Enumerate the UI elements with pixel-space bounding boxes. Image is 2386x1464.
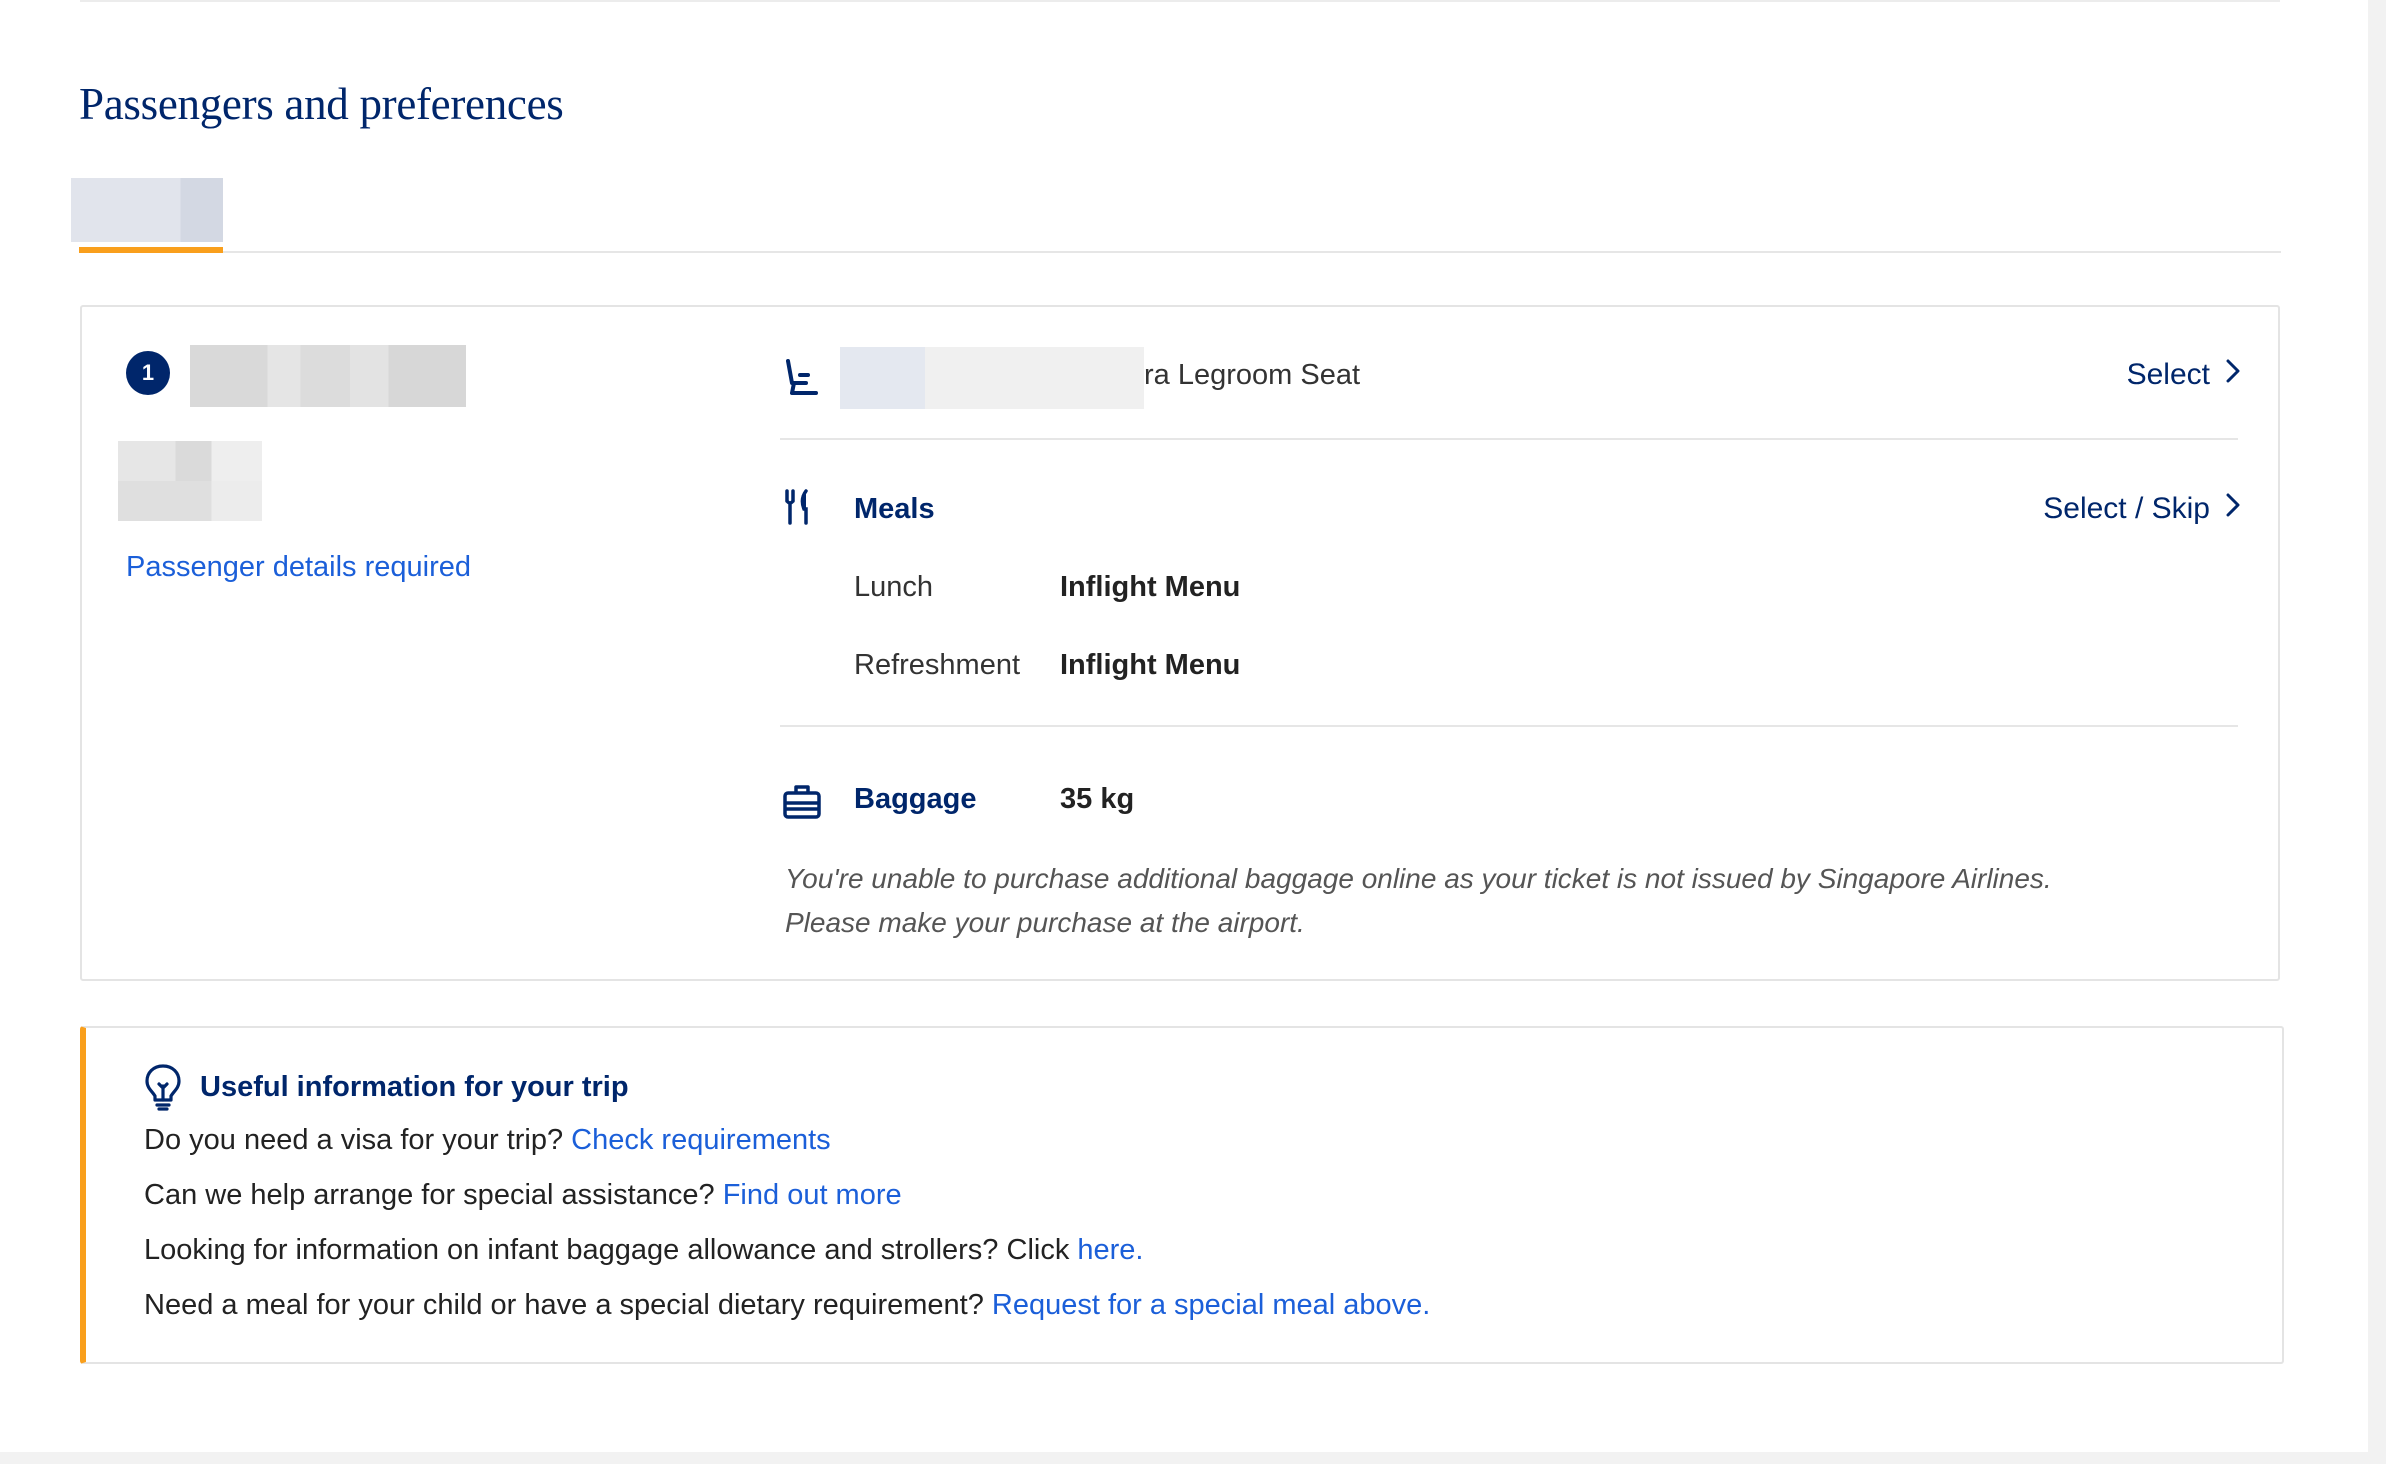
seat-select-button[interactable]: Select: [2127, 357, 2242, 393]
check-requirements-link[interactable]: Check requirements: [571, 1124, 831, 1156]
info-text-special-meal: Need a meal for your child or have a spe…: [144, 1289, 992, 1321]
passenger-info-redacted-2: [118, 481, 262, 521]
meal-value-refreshment: Inflight Menu: [1060, 649, 1241, 681]
find-out-more-link[interactable]: Find out more: [723, 1179, 902, 1211]
seat-type-redacted: [840, 347, 1144, 409]
passenger-card: 1 Passenger details required ra Legroom …: [80, 305, 2280, 981]
baggage-note-line2: Please make your purchase at the airport…: [785, 907, 1305, 938]
info-text-infant-baggage: Looking for information on infant baggag…: [144, 1234, 1078, 1266]
seat-icon: [780, 357, 820, 397]
useful-info-title: Useful information for your trip: [200, 1070, 629, 1103]
top-divider: [80, 0, 2280, 2]
flight-tabs: [71, 178, 2281, 253]
baggage-note: You're unable to purchase additional bag…: [785, 857, 2225, 945]
baggage-value: 35 kg: [1060, 783, 1135, 815]
passenger-number-badge: 1: [126, 351, 170, 395]
chevron-right-icon: [2224, 357, 2242, 393]
info-text-assistance: Can we help arrange for special assistan…: [144, 1179, 723, 1211]
infant-baggage-here-link[interactable]: here.: [1077, 1234, 1143, 1266]
page: Passengers and preferences 1 Passenger d…: [0, 0, 2368, 1452]
tab-label-redacted: [71, 178, 223, 242]
info-line-infant-baggage: Looking for information on infant baggag…: [144, 1234, 1144, 1267]
seat-type-label: ra Legroom Seat: [1144, 359, 1361, 391]
info-line-visa: Do you need a visa for your trip? Check …: [144, 1124, 831, 1157]
passenger-details-link[interactable]: Passenger details required: [126, 551, 471, 584]
meal-name-refreshment: Refreshment: [854, 649, 1021, 681]
info-line-assistance: Can we help arrange for special assistan…: [144, 1179, 902, 1212]
divider-seat-meals: [780, 438, 2238, 440]
useful-information-panel: Useful information for your trip Do you …: [80, 1026, 2284, 1364]
meals-select-skip-button[interactable]: Select / Skip: [2043, 491, 2242, 527]
fork-knife-icon: [778, 487, 818, 527]
divider-meals-baggage: [780, 725, 2238, 727]
info-line-special-meal: Need a meal for your child or have a spe…: [144, 1289, 1430, 1322]
active-tab-indicator: [79, 247, 223, 253]
passenger-name-redacted: [190, 345, 466, 407]
meals-action-label: Select / Skip: [2043, 492, 2210, 525]
lightbulb-icon: [142, 1062, 184, 1112]
meals-label: Meals: [854, 493, 935, 525]
useful-info-header: Useful information for your trip: [142, 1062, 629, 1112]
tab-flight-segment[interactable]: [71, 178, 223, 253]
passenger-info-redacted: [118, 441, 262, 481]
info-text-visa: Do you need a visa for your trip?: [144, 1124, 572, 1156]
chevron-right-icon: [2224, 491, 2242, 527]
baggage-label: Baggage: [854, 783, 977, 815]
baggage-note-line1: You're unable to purchase additional bag…: [785, 863, 2052, 894]
meal-value-lunch: Inflight Menu: [1060, 571, 1241, 603]
suitcase-icon: [782, 781, 822, 821]
request-special-meal-link[interactable]: Request for a special meal above.: [992, 1289, 1430, 1321]
meal-name-lunch: Lunch: [854, 571, 934, 603]
seat-select-label: Select: [2126, 358, 2210, 391]
page-title: Passengers and preferences: [79, 79, 564, 129]
